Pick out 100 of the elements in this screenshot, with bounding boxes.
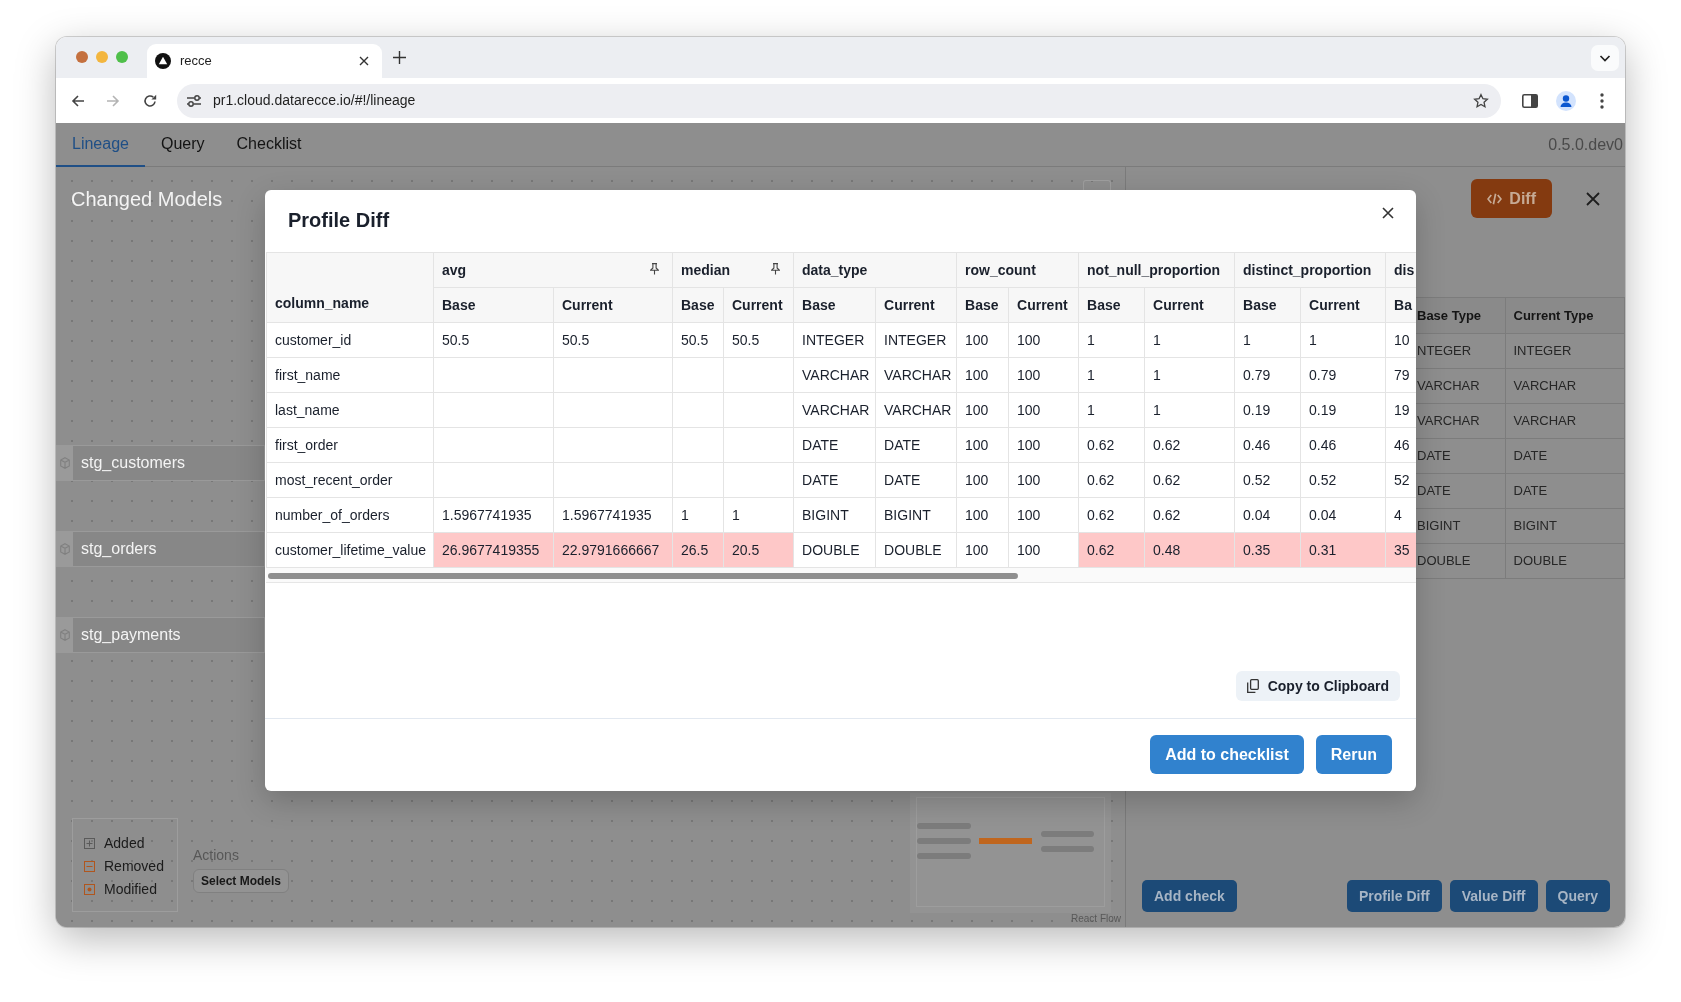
table-cell: 1 xyxy=(1078,322,1145,358)
table-cell: 1 xyxy=(1144,357,1235,393)
table-cell: 100 xyxy=(956,357,1009,393)
column-header[interactable]: Base xyxy=(793,287,876,323)
column-header[interactable]: not_null_proportion xyxy=(1078,252,1235,288)
table-cell: 100 xyxy=(956,427,1009,463)
column-header[interactable]: Current xyxy=(723,287,794,323)
table-cell: 50.5 xyxy=(433,322,554,358)
table-cell: 0.35 xyxy=(1234,532,1301,568)
table-cell: 1 xyxy=(672,497,724,533)
table-cell: 0.04 xyxy=(1234,497,1301,533)
table-cell: DOUBLE xyxy=(1505,543,1624,579)
action-button[interactable]: Query xyxy=(1545,880,1610,912)
table-cell: number_of_orders xyxy=(266,497,434,533)
add-check-button[interactable]: Add check xyxy=(1142,880,1237,912)
table-cell: 22.9791666667 xyxy=(553,532,673,568)
column-header[interactable]: avg xyxy=(433,252,673,288)
dialog-button[interactable]: Rerun xyxy=(1315,735,1392,774)
table-cell: INTEGER xyxy=(875,322,957,358)
table-cell: 100 xyxy=(956,497,1009,533)
minimap-node xyxy=(917,838,971,844)
column-header[interactable]: Current xyxy=(553,287,673,323)
browser-tab[interactable]: recce xyxy=(147,44,382,78)
back-arrow-icon[interactable] xyxy=(71,93,85,108)
column-header: Base Type xyxy=(1416,297,1505,334)
app-logo-icon xyxy=(155,53,171,69)
nav-tab[interactable]: Checklist xyxy=(220,123,318,167)
column-header[interactable]: Base xyxy=(433,287,554,323)
column-header[interactable]: distinct_proportion xyxy=(1234,252,1386,288)
column-header[interactable]: Current xyxy=(875,287,957,323)
table-cell: BIGINT xyxy=(1505,508,1624,544)
table-cell: 1 xyxy=(1144,392,1235,428)
nav-tab[interactable]: Query xyxy=(144,123,221,167)
column-header[interactable]: Base xyxy=(672,287,724,323)
cube-icon xyxy=(59,457,70,469)
close-icon[interactable] xyxy=(1586,192,1600,206)
plus-icon[interactable] xyxy=(393,51,406,64)
more-icon[interactable] xyxy=(1600,92,1604,109)
chevron-down-icon[interactable] xyxy=(1591,44,1619,71)
column-header[interactable]: column_name xyxy=(266,252,434,323)
copy-button[interactable]: Copy to Clipboard xyxy=(1235,671,1400,701)
table-cell: 100 xyxy=(956,392,1009,428)
star-icon[interactable] xyxy=(1473,92,1489,109)
avatar-icon[interactable] xyxy=(1556,90,1576,111)
table-cell: most_recent_order xyxy=(266,462,434,498)
table-cell: 100 xyxy=(956,532,1009,568)
column-header[interactable]: data_type xyxy=(793,252,957,288)
table-cell: 0.52 xyxy=(1300,462,1386,498)
dialog-button[interactable]: Add to checklist xyxy=(1150,735,1304,774)
column-header[interactable]: Base xyxy=(1078,287,1145,323)
table-cell: 1.5967741935 xyxy=(553,497,673,533)
action-button[interactable]: Profile Diff xyxy=(1346,880,1442,912)
table-cell: 1 xyxy=(1144,322,1235,358)
reload-icon[interactable] xyxy=(143,93,157,108)
table-cell: BIGINT xyxy=(793,497,876,533)
cube-icon xyxy=(59,629,70,641)
column-header[interactable]: Base xyxy=(1234,287,1301,323)
table-cell: DOUBLE xyxy=(793,532,876,568)
column-header[interactable]: dis xyxy=(1385,252,1416,288)
panel-title: Changed Models xyxy=(71,187,223,212)
table-cell: 100 xyxy=(1008,392,1079,428)
tune-icon[interactable] xyxy=(186,93,202,108)
pin-icon[interactable] xyxy=(771,262,780,275)
close-window-icon[interactable] xyxy=(76,50,88,63)
table-cell: 1 xyxy=(1078,392,1145,428)
address-bar[interactable]: pr1.cloud.datarecce.io/#!/lineage xyxy=(177,83,1501,118)
table-cell: 100 xyxy=(1008,322,1079,358)
column-header[interactable]: Base xyxy=(956,287,1009,323)
pin-icon[interactable] xyxy=(650,262,659,275)
code-icon xyxy=(1487,192,1503,205)
column-header[interactable]: median xyxy=(672,252,794,288)
column-header[interactable]: Current xyxy=(1008,287,1079,323)
close-icon[interactable] xyxy=(1382,207,1394,219)
legend-label: Added xyxy=(104,834,145,853)
plus-square-icon xyxy=(84,838,95,849)
legend-label: Modified xyxy=(104,880,157,899)
column-header[interactable]: Current xyxy=(1144,287,1235,323)
table-cell: 20.5 xyxy=(723,532,794,568)
column-header[interactable]: Current xyxy=(1300,287,1386,323)
dialog-title: Profile Diff xyxy=(288,208,390,233)
table-cell: INTEGER xyxy=(793,322,876,358)
action-button[interactable]: Value Diff xyxy=(1449,880,1538,912)
select-models-button[interactable]: Select Models xyxy=(193,869,290,893)
column-header[interactable]: row_count xyxy=(956,252,1079,288)
side-panel-icon[interactable] xyxy=(1522,93,1538,108)
table-cell: VARCHAR xyxy=(1505,368,1624,404)
table-cell: 50.5 xyxy=(723,322,794,358)
cube-icon xyxy=(59,543,70,555)
table-cell: 0.62 xyxy=(1078,532,1145,568)
close-icon[interactable] xyxy=(359,56,369,66)
version-label: 0.5.0.dev0 xyxy=(1548,134,1624,155)
diff-button[interactable]: Diff xyxy=(1471,179,1552,218)
scrollbar[interactable] xyxy=(268,573,1018,579)
table-cell: 0.79 xyxy=(1234,357,1301,393)
table-cell: 0.46 xyxy=(1234,427,1301,463)
table-cell: VARCHAR xyxy=(1505,403,1624,439)
copy-icon xyxy=(1246,679,1259,693)
table-cell: 1.5967741935 xyxy=(433,497,554,533)
table-cell: 0.19 xyxy=(1300,392,1386,428)
table-cell: 1 xyxy=(723,497,794,533)
